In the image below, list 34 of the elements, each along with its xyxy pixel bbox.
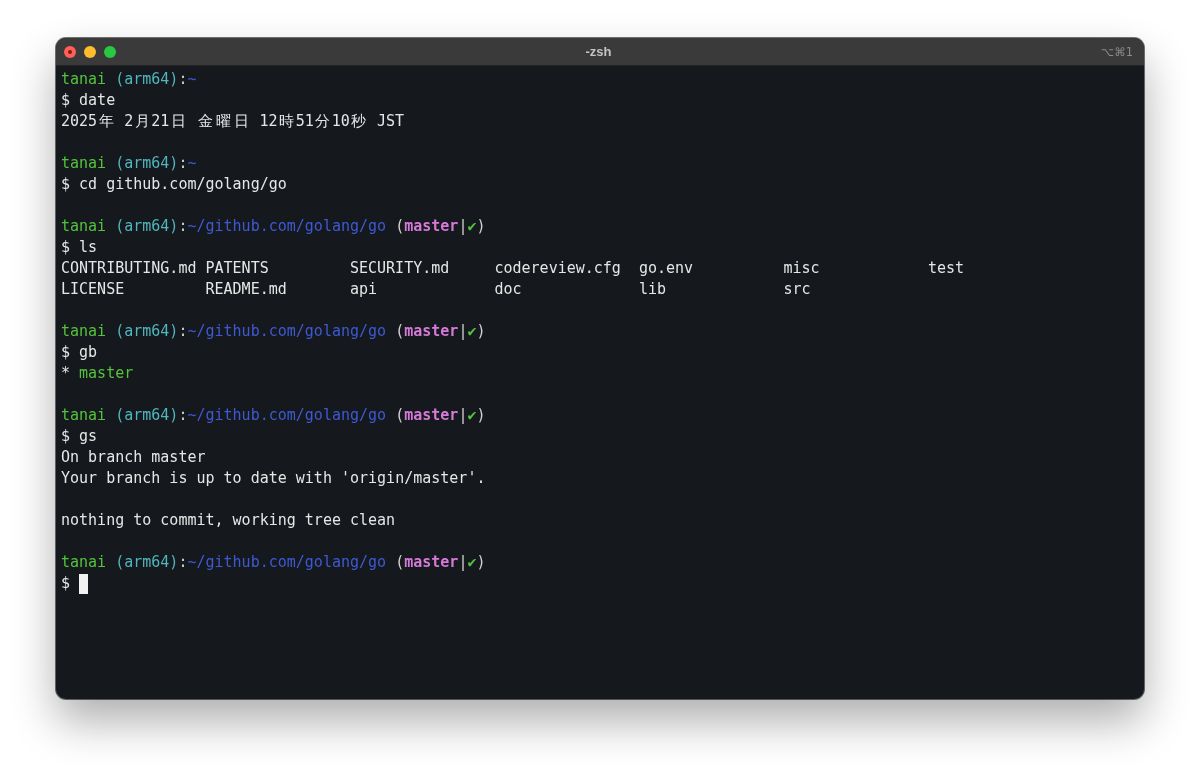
file-name: doc [494,279,522,300]
file-name: misc [783,258,820,279]
keyboard-shortcut: ⌥⌘1 [1100,44,1133,59]
prompt-line: tanai (arm64):~/github.com/golang/go (master|✔) [61,552,486,573]
file-name: test [927,258,965,279]
window-title: -zsh [585,44,612,59]
file-name: CONTRIBUTING.md [61,258,197,279]
zoom-button[interactable] [104,45,116,58]
file-name: PATENTS [205,258,269,279]
command-line: $ date [61,90,116,111]
file-name: LICENSE [61,279,125,300]
prompt-line: tanai (arm64):~/github.com/golang/go (master|✔) [61,216,486,237]
file-name: api [349,279,378,300]
command-line: $ cd github.com/golang/go [61,174,287,195]
command-line: $ [61,573,71,594]
close-button[interactable] [64,45,76,58]
prompt-line: tanai (arm64):~/github.com/golang/go (master|✔) [61,321,486,342]
file-name: SECURITY.md [349,258,450,279]
file-name: codereview.cfg [494,258,621,279]
prompt-line: tanai (arm64):~ [61,153,197,174]
command-line: $ gs [61,426,98,447]
branch-entry: * master [61,363,134,384]
output-line: Your branch is up to date with 'origin/master'. [61,468,486,489]
output-line: nothing to commit, working tree clean [61,510,396,531]
file-name: lib [638,279,667,300]
output-line: On branch master [61,447,206,468]
file-name: go.env [638,258,694,279]
prompt-line: tanai (arm64):~ [61,69,197,90]
command-line: $ gb [61,342,98,363]
file-name: README.md [205,279,287,300]
minimize-button[interactable] [84,45,96,58]
file-name: src [783,279,811,300]
prompt-line: tanai (arm64):~/github.com/golang/go (master|✔) [61,405,486,426]
command-line: $ ls [61,237,98,258]
